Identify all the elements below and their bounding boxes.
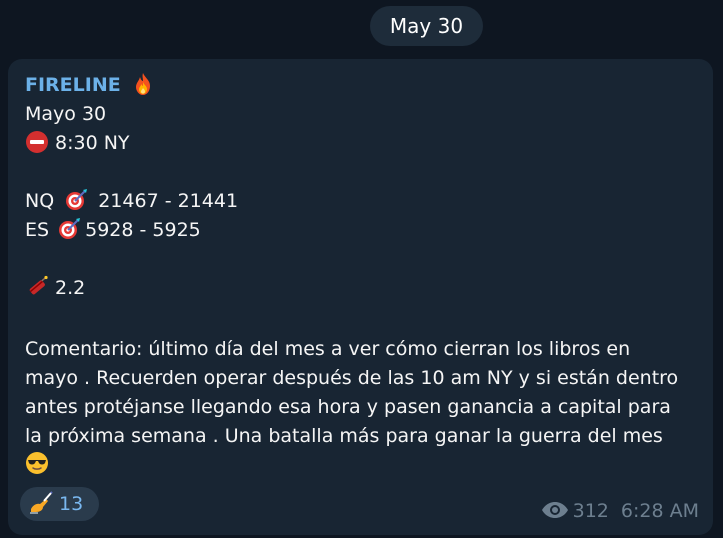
message-bubble[interactable]: FIRELINE Mayo 30 8:30 NY NQ 21467 - 2144…: [8, 59, 713, 535]
es-label: ES: [25, 219, 50, 241]
reaction-count: 13: [59, 493, 84, 515]
sender-name[interactable]: FIRELINE: [25, 74, 121, 96]
comment-line: la próxima semana . Una batalla más para…: [25, 425, 663, 447]
dynamite-icon: [25, 275, 49, 299]
es-range: 5928 - 5925: [85, 219, 201, 241]
time-text: 8:30 NY: [55, 132, 130, 154]
ratio-value: 2.2: [55, 277, 86, 299]
nq-range: 21467 - 21441: [98, 190, 239, 212]
comment-line: mayo . Recuerden operar después de las 1…: [25, 367, 679, 389]
es-line: ES 5928 - 5925: [25, 216, 201, 245]
fire-icon: [131, 72, 155, 96]
time-line: 8:30 NY: [25, 129, 130, 158]
sunglasses-emoji-icon: [25, 451, 49, 475]
message-meta: 312 6:28 AM: [541, 499, 699, 523]
comment-line: antes protéjanse llegando esa hora y pas…: [25, 396, 671, 418]
comment-line: Comentario: último día del mes a ver cóm…: [25, 338, 631, 360]
nq-line: NQ 21467 - 21441: [25, 187, 238, 216]
ratio-line: 2.2: [25, 274, 85, 303]
date-separator: May 30: [370, 6, 483, 46]
reaction-chip[interactable]: 13: [20, 487, 99, 521]
sender-line: FIRELINE: [25, 71, 161, 100]
view-count: 312: [572, 500, 609, 522]
date-line: Mayo 30: [25, 103, 107, 125]
nq-label: NQ: [25, 190, 55, 212]
comment-emoji-line: [25, 451, 705, 480]
writing-hand-icon: [29, 491, 53, 515]
stop-sign-icon: [25, 130, 49, 154]
eye-icon: [541, 501, 569, 519]
message-time: 6:28 AM: [620, 500, 699, 522]
comment-text: Comentario: último día del mes a ver cóm…: [25, 335, 705, 480]
target-dart-icon: [57, 217, 81, 241]
target-dart-icon: [64, 188, 88, 212]
